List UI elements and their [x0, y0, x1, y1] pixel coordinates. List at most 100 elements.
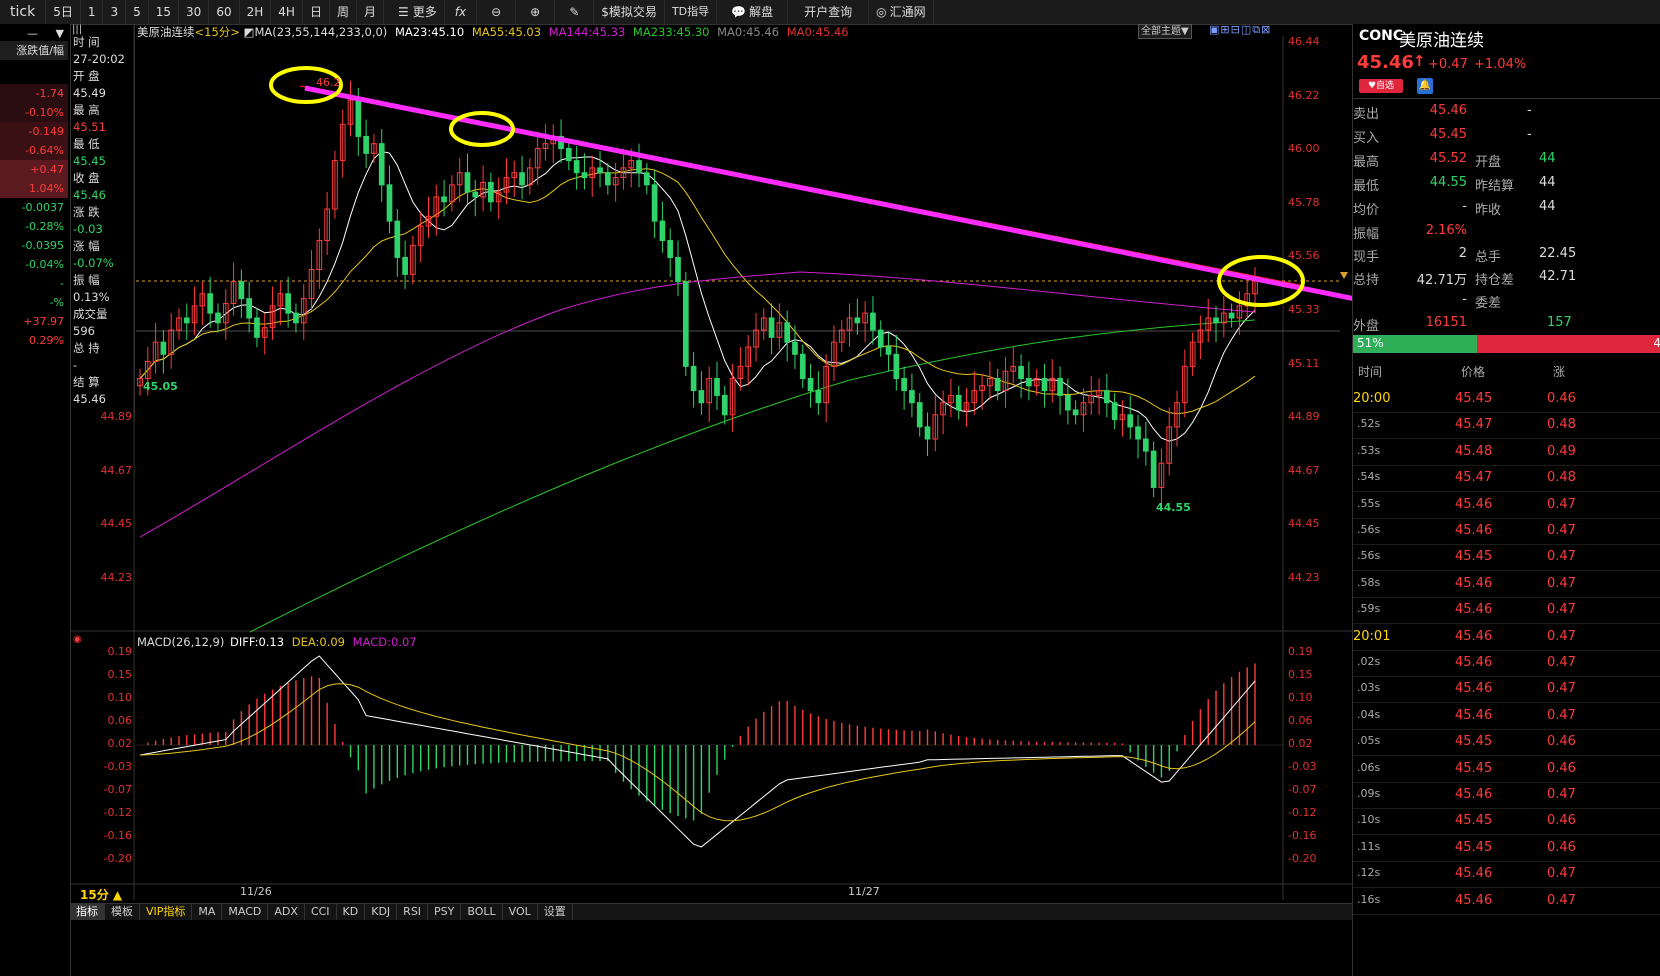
quote-label: 昨结算 — [1475, 179, 1515, 194]
trade-change: 0.48 — [1547, 417, 1576, 433]
trade-time: .54s — [1357, 470, 1381, 484]
trade-time: .05s — [1357, 734, 1381, 748]
trade-change: 0.46 — [1547, 813, 1576, 829]
quote-label: 持仓差 — [1475, 273, 1515, 288]
ma233-line — [249, 319, 1256, 633]
macd-tick: 0.15 — [1288, 668, 1313, 681]
candle-body — [675, 256, 681, 283]
trade-time: .11s — [1357, 839, 1381, 853]
price-tick: 46.00 — [1288, 142, 1320, 156]
x-label-1127: 11/27 — [848, 885, 880, 898]
trade-header: 时间 价格 涨 — [1358, 365, 1566, 379]
indicator-tab[interactable]: KDJ — [365, 904, 398, 920]
trade-time: .03s — [1357, 681, 1381, 695]
candle-body — [643, 172, 650, 186]
trend-arrow-line — [304, 85, 1352, 301]
trade-change: 0.47 — [1547, 523, 1576, 538]
quote-name: 美原油连续 — [1399, 31, 1484, 51]
candle-body — [690, 365, 697, 392]
macd-settings-icon[interactable]: ◉ — [73, 634, 82, 645]
candle-body — [636, 160, 642, 174]
trade-price: 45.46 — [1455, 496, 1493, 512]
up-arrow-icon: ↑ — [1413, 52, 1426, 70]
trade-change: 0.47 — [1547, 602, 1576, 618]
candle-body — [1228, 312, 1235, 319]
candle-body — [604, 172, 611, 186]
indicator-tab[interactable]: 指标 — [70, 904, 105, 920]
trade-change: 0.47 — [1547, 549, 1576, 565]
candle-body — [955, 394, 962, 411]
trade-change: 0.46 — [1547, 760, 1576, 776]
trade-price: 45.47 — [1455, 470, 1493, 486]
quote-value: 22.45 — [1539, 246, 1577, 261]
quote-value: 16151 — [1425, 315, 1467, 330]
candle-body — [885, 346, 892, 355]
indicator-tab[interactable]: BOLL — [461, 904, 503, 920]
price-tick-left: 44.67 — [100, 463, 133, 477]
price-tick: 45.56 — [1288, 249, 1320, 263]
candle-body — [1111, 402, 1118, 421]
alert-bell-button[interactable]: 🔔 — [1417, 78, 1433, 94]
trade-time: .53s — [1357, 443, 1381, 457]
quote-value: 45.52 — [1429, 151, 1467, 166]
trade-row: 20:01 45.46 0.47 — [1353, 626, 1660, 651]
indicator-tab[interactable]: CCI — [305, 904, 337, 920]
candle-body — [464, 172, 471, 193]
indicator-tab[interactable]: VIP指标 — [140, 904, 193, 920]
candle-body — [402, 256, 408, 275]
trade-change: 0.47 — [1547, 787, 1576, 802]
trade-row: .16s 45.46 0.47 — [1353, 890, 1660, 915]
candle-body — [1041, 377, 1048, 392]
trade-change: 0.47 — [1547, 707, 1576, 723]
macd-tick: 0.10 — [1288, 691, 1313, 704]
trade-row: .12s 45.46 0.47 — [1353, 863, 1660, 889]
indicator-tab[interactable]: 模板 — [105, 904, 140, 920]
trade-row: .05s 45.45 0.46 — [1353, 731, 1660, 757]
trade-time: .02s — [1357, 655, 1381, 668]
indicator-tab[interactable]: RSI — [397, 904, 429, 920]
candle-body — [254, 317, 260, 338]
trade-change: 0.48 — [1547, 470, 1576, 486]
candle-body — [877, 329, 884, 348]
add-favorite-button[interactable]: ♥自选 — [1359, 79, 1403, 93]
candle-body — [183, 317, 190, 324]
macd-tick: -0.07 — [103, 783, 132, 796]
quote-label: 均价 — [1353, 203, 1380, 218]
macd-tick: -0.07 — [1288, 783, 1317, 796]
trade-time: 20:01 — [1353, 628, 1391, 644]
candle-body — [238, 281, 245, 300]
macd-tick: -0.03 — [1288, 760, 1317, 773]
quote-row: - 委差 — [1353, 289, 1660, 313]
trade-price: 45.46 — [1455, 523, 1493, 538]
macd-tick: 0.02 — [1288, 737, 1313, 750]
candle-body — [1026, 377, 1032, 387]
quote-row: 外盘 16151 157 — [1353, 312, 1660, 336]
trade-row: .58s 45.46 0.47 — [1353, 573, 1660, 598]
quote-value: 2.16% — [1425, 223, 1467, 238]
indicator-tab[interactable]: VOL — [503, 904, 538, 920]
indicator-tab[interactable]: KD — [337, 904, 366, 920]
candle-body — [597, 167, 603, 174]
candle-body — [1057, 377, 1063, 396]
candle-body — [916, 402, 923, 428]
price-tick-left: 44.89 — [100, 410, 133, 423]
trade-row: .02s 45.46 0.47 — [1353, 652, 1660, 677]
indicator-tab[interactable]: ADX — [268, 904, 305, 920]
indicator-tab[interactable]: MACD — [222, 904, 269, 920]
indicator-tab[interactable]: PSY — [428, 904, 462, 920]
price-tick: 45.11 — [1288, 356, 1320, 370]
trade-price: 45.47 — [1455, 417, 1493, 433]
quote-change-pct: +1.04% — [1474, 57, 1527, 72]
price-tick-left: 44.45 — [100, 517, 133, 531]
candle-body — [207, 293, 214, 314]
period-selector[interactable]: 15分 ▲ — [80, 886, 122, 903]
indicator-tab[interactable]: MA — [192, 904, 223, 920]
trade-time: .09s — [1357, 787, 1381, 800]
indicator-tab[interactable]: 设置 — [538, 904, 573, 920]
trade-price: 45.46 — [1455, 707, 1493, 723]
quote-value: 44 — [1539, 199, 1556, 214]
trade-change: 0.46 — [1547, 839, 1576, 855]
candle-body — [893, 353, 900, 379]
quote-label: 开盘 — [1475, 155, 1502, 170]
macd-legend: MACD(26,12,9) DIFF:0.13 DEA:0.09 MACD:0.… — [137, 635, 417, 649]
